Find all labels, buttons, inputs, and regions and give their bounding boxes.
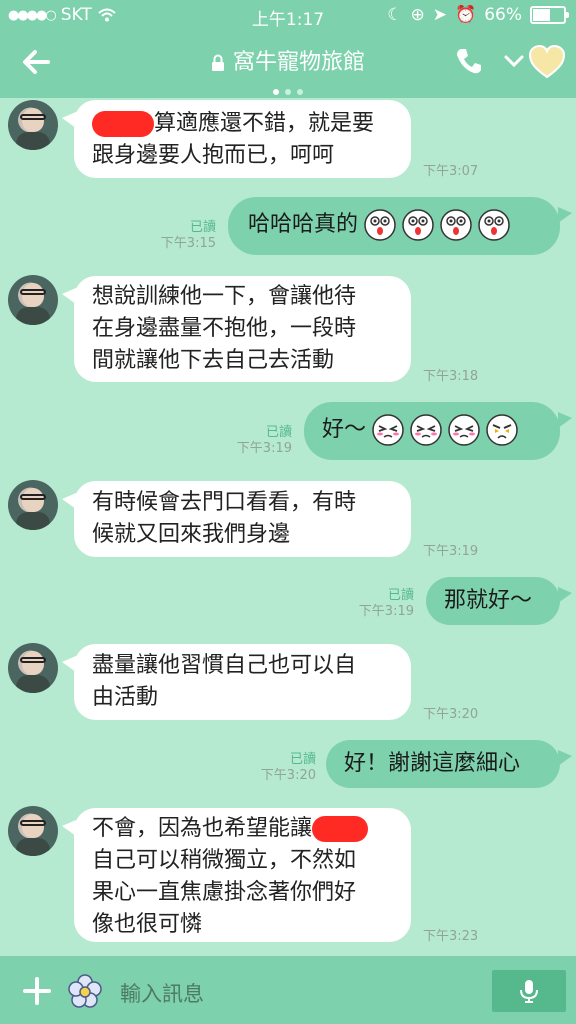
redaction-mark: [92, 111, 154, 137]
chat-title-area[interactable]: 窩牛寵物旅館: [0, 44, 576, 76]
sticker-emoji-icon: [410, 414, 442, 446]
message-meta: 已讀 下午3:19: [338, 588, 414, 620]
message-text: 不會，因為也希望能讓: [92, 813, 393, 845]
incoming-message[interactable]: 算適應還不錯，就是要 跟身邊要人抱而已，呵呵: [62, 100, 411, 178]
chat-title: 窩牛寵物旅館: [232, 50, 365, 75]
avatar[interactable]: [8, 275, 58, 325]
message-meta: 已讀 下午3:20: [240, 752, 316, 784]
message-time: 下午3:19: [358, 604, 414, 619]
message-text: 有時候會去門口看看，有時: [92, 490, 357, 515]
message-text: 想說訓練他一下，會讓他待: [92, 284, 357, 309]
sticker-emoji-icon: [448, 414, 480, 446]
message-text: 果心一直焦慮掛念著你們好: [92, 880, 357, 905]
read-receipt: 已讀: [387, 588, 414, 603]
message-text: 盡量讓他習慣自己也可以自: [92, 653, 357, 678]
avatar[interactable]: [8, 100, 58, 150]
status-bar: ●●●●○ SKT 上午1:17 ☾ ⊕ ➤ ⏰ 66%: [0, 0, 576, 30]
message-time: 下午3:20: [423, 707, 479, 722]
page-dot: [273, 89, 279, 95]
message-text: 哈哈哈真的: [248, 212, 359, 237]
message-text: 候就又回來我們身邊: [92, 522, 291, 547]
message-text: 間就讓他下去自己去活動: [92, 348, 335, 373]
voice-button[interactable]: [492, 970, 566, 1012]
message-text: 自己可以稍微獨立，不然如: [92, 848, 357, 873]
page-dot: [297, 89, 303, 95]
moon-icon: ☾: [387, 5, 403, 25]
message-text: 好！謝謝這麼細心: [344, 751, 521, 776]
rotation-lock-icon: ⊕: [410, 5, 425, 25]
profile-heart-icon[interactable]: [528, 44, 566, 80]
alarm-icon: ⏰: [455, 5, 477, 25]
incoming-message[interactable]: 不會，因為也希望能讓 自己可以稍微獨立，不然如 果心一直焦慮掛念著你們好 像也很…: [62, 808, 411, 942]
incoming-message[interactable]: 有時候會去門口看看，有時 候就又回來我們身邊: [62, 481, 411, 557]
status-right: ☾ ⊕ ➤ ⏰ 66%: [387, 5, 569, 25]
incoming-message[interactable]: 想說訓練他一下，會讓他待 在身邊盡量不抱他，一段時 間就讓他下去自己去活動: [62, 276, 411, 382]
message-time: 下午3:18: [423, 369, 479, 384]
battery-percent: 66%: [484, 5, 522, 25]
avatar[interactable]: [8, 643, 58, 693]
sticker-emoji-icon: [402, 209, 434, 241]
message-meta: 已讀 下午3:19: [216, 425, 292, 457]
message-time: 下午3:19: [423, 544, 479, 559]
message-time: 下午3:23: [423, 929, 479, 944]
angry-emoji-icon: [486, 414, 518, 446]
message-time: 下午3:15: [160, 236, 216, 251]
microphone-icon: [520, 980, 538, 1003]
message-meta: 已讀 下午3:15: [140, 220, 216, 252]
message-text: 在身邊盡量不抱他，一段時: [92, 316, 357, 341]
redaction-mark: [312, 816, 369, 842]
message-text: 像也很可憐: [92, 912, 203, 937]
avatar[interactable]: [8, 480, 58, 530]
read-receipt: 已讀: [265, 425, 292, 440]
outgoing-message[interactable]: 好！謝謝這麼細心: [326, 740, 572, 788]
read-receipt: 已讀: [189, 220, 216, 235]
message-text: 好～: [322, 417, 367, 442]
sticker-emoji-icon: [372, 414, 404, 446]
sticker-emoji-icon: [440, 209, 472, 241]
message-text: 跟身邊要人抱而已，呵呵: [92, 143, 335, 168]
sticker-emoji-icon: [364, 209, 396, 241]
message-time: 下午3:07: [423, 164, 479, 179]
sticker-emoji-icon: [478, 209, 510, 241]
read-receipt: 已讀: [289, 752, 316, 767]
avatar[interactable]: [8, 806, 58, 856]
plus-icon[interactable]: [22, 976, 52, 1006]
message-time: 下午3:19: [236, 441, 292, 456]
chevron-down-icon[interactable]: [504, 54, 524, 68]
location-icon: ➤: [432, 5, 448, 25]
message-text: 算適應還不錯，就是要: [92, 108, 393, 140]
page-indicator: [0, 80, 576, 99]
message-input-bar: 輸入訊息: [0, 956, 576, 1024]
message-input[interactable]: 輸入訊息: [120, 978, 204, 1008]
page-dot: [285, 89, 291, 95]
incoming-message[interactable]: 盡量讓他習慣自己也可以自 由活動: [62, 644, 411, 720]
outgoing-message[interactable]: 那就好～: [426, 577, 572, 625]
battery-icon: [530, 6, 569, 24]
message-text: 那就好～: [444, 588, 533, 613]
sticker-flower-icon[interactable]: [68, 974, 102, 1008]
outgoing-message[interactable]: 好～: [304, 402, 572, 460]
message-time: 下午3:20: [260, 768, 316, 783]
battery-fill: [533, 9, 550, 21]
lock-icon: [211, 54, 224, 71]
phone-icon[interactable]: [454, 46, 484, 76]
message-text: 由活動: [92, 685, 159, 710]
outgoing-message[interactable]: 哈哈哈真的: [228, 197, 572, 255]
chat-header: 窩牛寵物旅館: [0, 30, 576, 98]
